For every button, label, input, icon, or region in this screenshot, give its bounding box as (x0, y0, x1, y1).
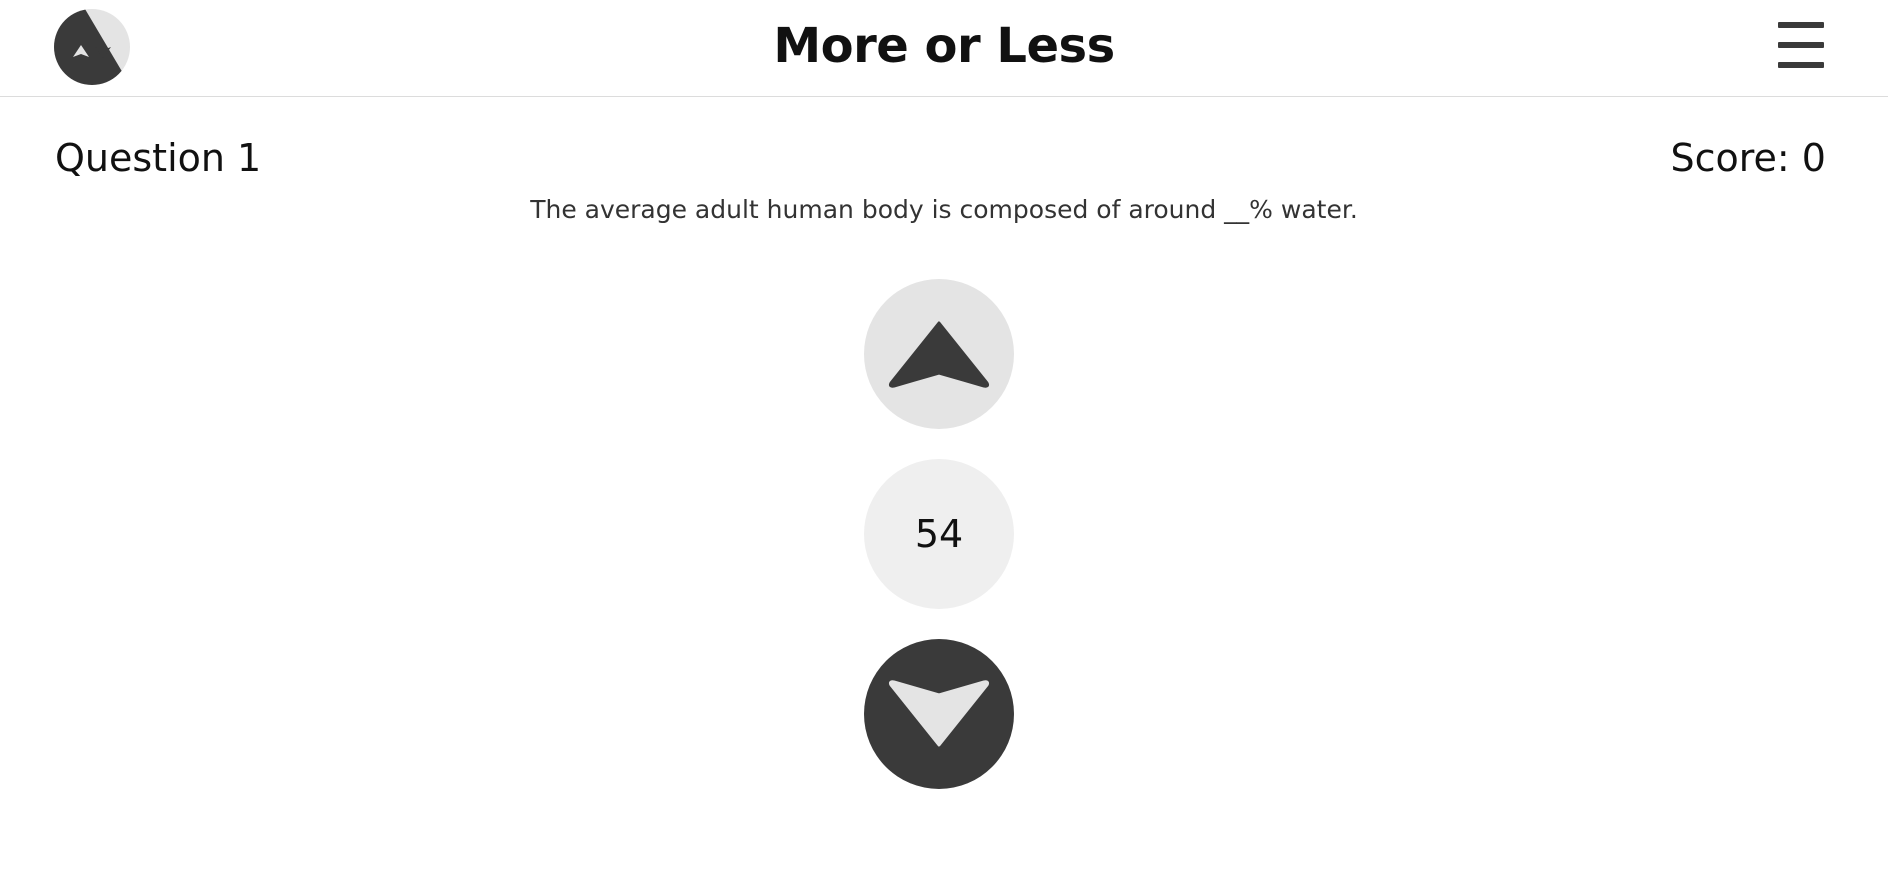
current-guess: 54 (864, 459, 1014, 609)
guess-value: 54 (914, 512, 964, 556)
menu-bar (1778, 62, 1824, 68)
more-button[interactable] (864, 279, 1014, 429)
app-header: More or Less (0, 0, 1888, 97)
hamburger-menu-icon[interactable] (1776, 20, 1826, 70)
app-title: More or Less (773, 18, 1115, 74)
question-text: The average adult human body is composed… (530, 195, 1358, 224)
arrow-up-icon (888, 321, 990, 388)
menu-bar (1778, 42, 1824, 48)
arrow-down-icon (888, 680, 990, 747)
less-button[interactable] (864, 639, 1014, 789)
score-display: Score: 0 (1670, 136, 1827, 180)
menu-bar (1778, 22, 1824, 28)
question-number: Question 1 (55, 136, 262, 180)
